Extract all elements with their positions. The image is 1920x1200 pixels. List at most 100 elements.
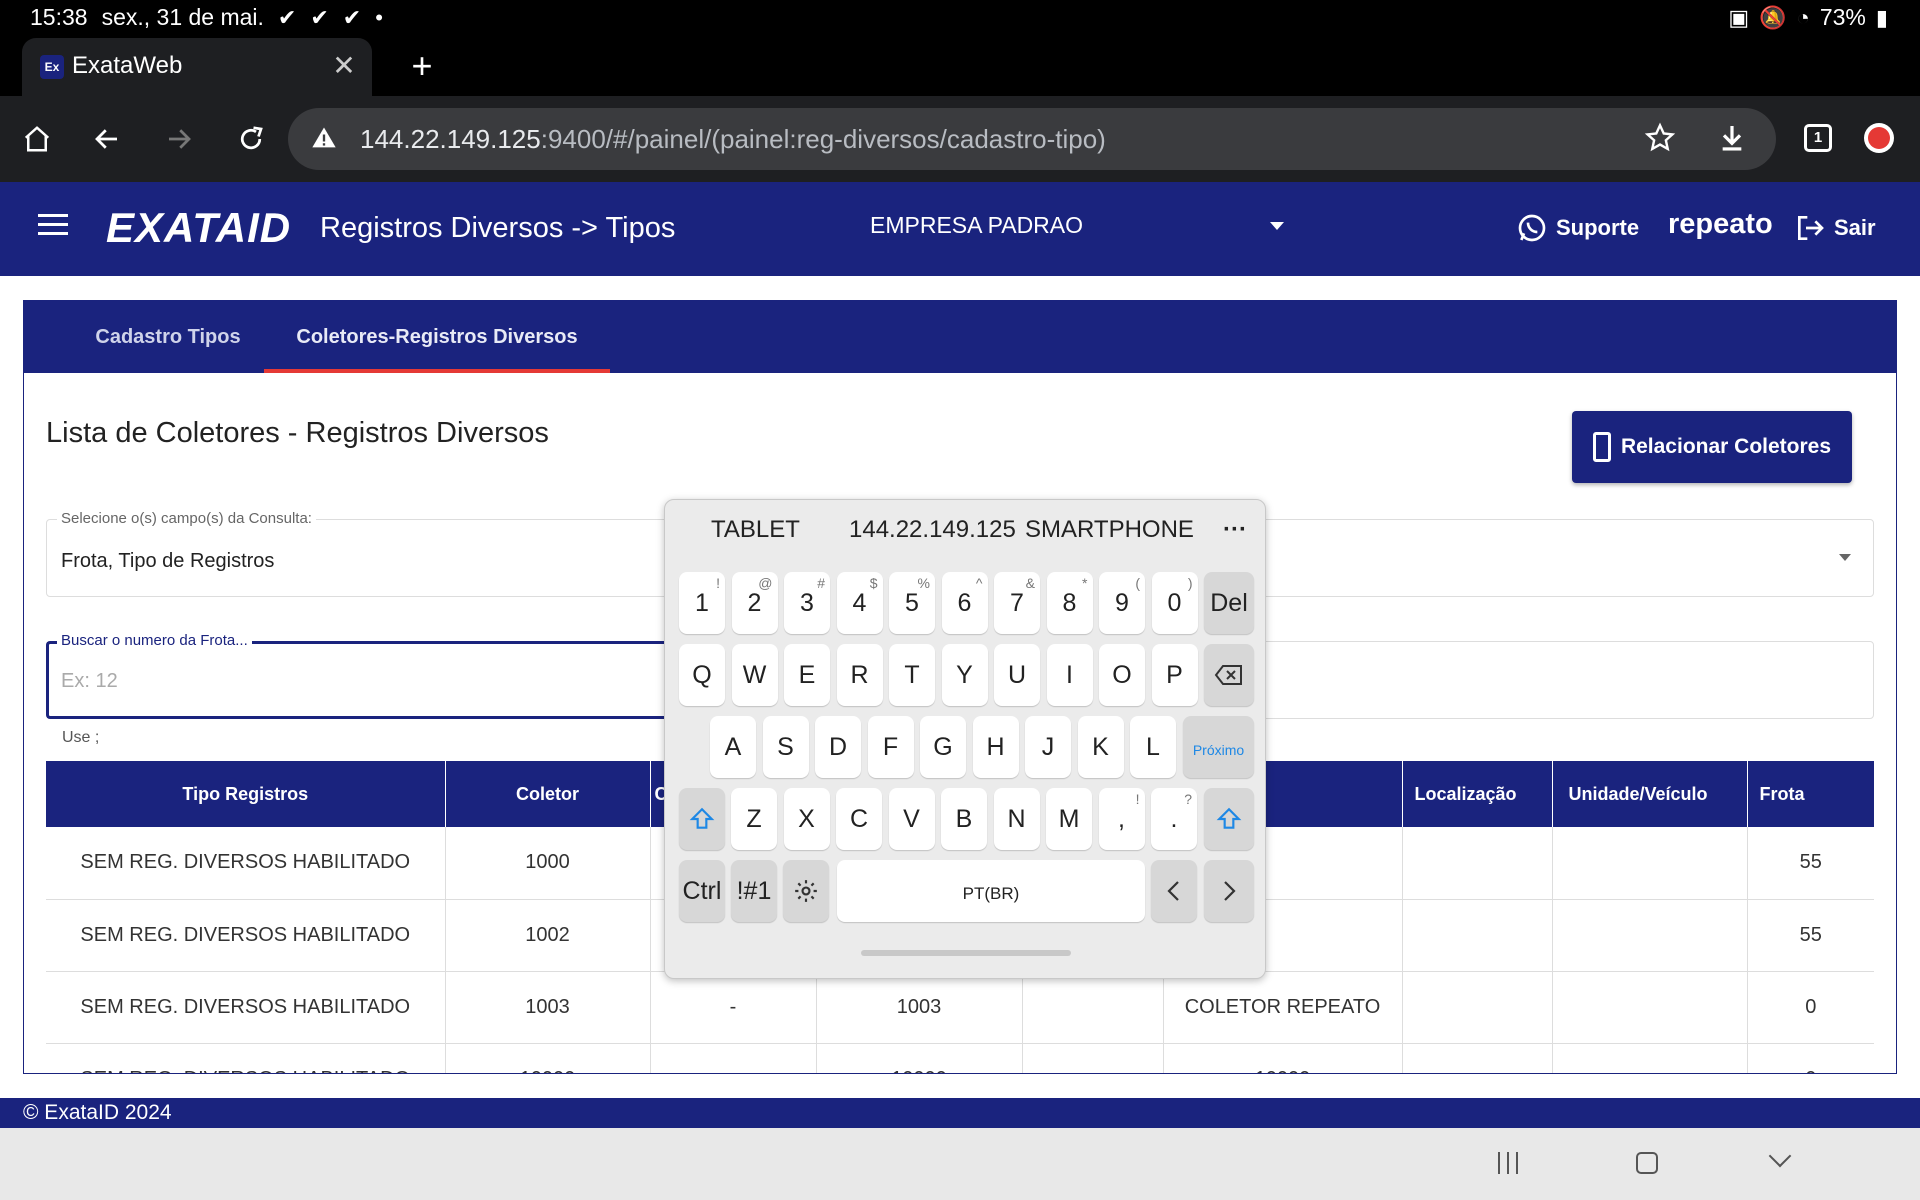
key-f[interactable]: F — [867, 716, 914, 778]
key-1[interactable]: 1! — [679, 572, 725, 634]
suggestion-item[interactable]: TABLET — [711, 516, 800, 544]
key-2[interactable]: 2 @ — [731, 572, 778, 634]
key-s[interactable]: S — [762, 716, 809, 778]
key-8[interactable]: 8 * — [1046, 572, 1093, 634]
table-cell: 1003 — [445, 971, 651, 1044]
not-secure-warning-icon[interactable] — [310, 124, 340, 154]
table-row[interactable]: SEM REG. DIVERSOS HABILITADO 10000 10000… — [46, 1043, 1874, 1073]
dropdown-arrow-icon[interactable] — [1839, 554, 1851, 561]
browser-tab-strip: Ex ExataWeb ✕ + — [0, 36, 1920, 96]
table-cell — [1402, 827, 1553, 900]
user-name: repeato — [1668, 208, 1773, 240]
key-i[interactable]: I — [1046, 644, 1093, 706]
key-b[interactable]: B — [941, 788, 987, 850]
key-o[interactable]: O — [1099, 644, 1145, 706]
tab-coletores-registros[interactable]: Coletores-Registros Diversos — [264, 301, 610, 373]
shift-left-icon[interactable] — [679, 788, 725, 850]
key-q[interactable]: Q — [679, 644, 725, 706]
key-0[interactable]: 0) — [1151, 572, 1198, 634]
table-cell — [1022, 971, 1164, 1044]
status-date: sex., 31 de mai. — [101, 4, 264, 30]
support-button[interactable]: Suporte — [1516, 212, 1639, 244]
backspace-icon[interactable] — [1204, 644, 1254, 706]
column-header[interactable]: Tipo Registros — [46, 761, 446, 827]
key-x[interactable]: X — [783, 788, 830, 850]
key-y[interactable]: Y — [941, 644, 988, 706]
search-hint: Use ; — [62, 729, 100, 746]
logout-icon — [1798, 216, 1824, 240]
browser-toolbar: 144.22.149.125:9400/#/painel/(painel:reg… — [0, 96, 1920, 182]
symbols-key[interactable]: !#1 — [731, 860, 777, 922]
key-period[interactable]: .? — [1151, 788, 1197, 850]
tab-switcher-button[interactable]: 1 — [1804, 124, 1832, 152]
menu-icon[interactable] — [38, 214, 68, 240]
key-p[interactable]: P — [1151, 644, 1198, 706]
delete-key[interactable]: Del — [1204, 572, 1254, 634]
key-u[interactable]: U — [994, 644, 1040, 706]
key-n[interactable]: N — [993, 788, 1040, 850]
column-header[interactable]: Coletor — [445, 761, 651, 827]
key-z[interactable]: Z — [731, 788, 777, 850]
key-3[interactable]: 3 # — [784, 572, 830, 634]
relate-collectors-button[interactable]: Relacionar Coletores — [1572, 411, 1852, 483]
back-icon[interactable] — [84, 116, 130, 162]
more-horizontal-icon[interactable]: ··· — [1223, 516, 1247, 544]
table-row[interactable]: SEM REG. DIVERSOS HABILITADO 1003 - 1003… — [46, 971, 1874, 1044]
fleet-search-input[interactable] — [61, 664, 661, 698]
on-screen-keyboard: TABLET 144.22.149.125 SMARTPHONE ··· 1! 2… — [664, 499, 1266, 979]
key-7[interactable]: 7 & — [994, 572, 1040, 634]
cursor-right-icon[interactable] — [1204, 860, 1254, 922]
key-comma[interactable]: ,! — [1098, 788, 1145, 850]
key-c[interactable]: C — [836, 788, 882, 850]
key-j[interactable]: J — [1025, 716, 1071, 778]
bookmark-star-icon[interactable] — [1644, 122, 1676, 159]
suggestion-item[interactable]: SMARTPHONE — [1025, 516, 1194, 544]
recent-apps-icon[interactable] — [1498, 1152, 1518, 1174]
table-cell: SEM REG. DIVERSOS HABILITADO — [46, 1043, 446, 1073]
profile-avatar-icon[interactable] — [1864, 123, 1894, 153]
keyboard-handle[interactable] — [861, 950, 1071, 956]
space-key[interactable]: PT(BR) — [837, 860, 1145, 922]
key-4[interactable]: 4 $ — [836, 572, 883, 634]
hide-keyboard-icon[interactable] — [1768, 1144, 1792, 1168]
column-header[interactable]: Localização — [1402, 761, 1553, 827]
url-text[interactable]: 144.22.149.125:9400/#/painel/(painel:reg… — [360, 124, 1106, 155]
forward-icon[interactable] — [156, 116, 202, 162]
address-bar[interactable]: 144.22.149.125:9400/#/painel/(painel:reg… — [288, 108, 1776, 170]
key-e[interactable]: E — [784, 644, 830, 706]
url-path: :9400/#/painel/(painel:reg-diversos/cada… — [540, 124, 1106, 154]
next-field-key[interactable]: Próximo — [1183, 716, 1254, 778]
key-6[interactable]: 6 ^ — [941, 572, 988, 634]
download-icon[interactable] — [1716, 122, 1748, 159]
home-icon[interactable] — [14, 116, 60, 162]
key-t[interactable]: T — [889, 644, 935, 706]
tab-cadastro-tipos[interactable]: Cadastro Tipos — [48, 301, 288, 373]
key-g[interactable]: G — [920, 716, 966, 778]
new-tab-button[interactable]: + — [400, 44, 444, 88]
key-m[interactable]: M — [1046, 788, 1092, 850]
reload-icon[interactable] — [228, 116, 274, 162]
column-header[interactable]: Frota — [1747, 761, 1874, 827]
browser-tab[interactable]: Ex ExataWeb ✕ — [22, 38, 372, 96]
key-d[interactable]: D — [815, 716, 861, 778]
settings-gear-icon[interactable] — [783, 860, 829, 922]
chevron-down-icon[interactable] — [1270, 222, 1284, 230]
ctrl-key[interactable]: Ctrl — [679, 860, 725, 922]
logout-button[interactable]: Sair — [1794, 212, 1876, 244]
shift-right-icon[interactable] — [1204, 788, 1254, 850]
key-v[interactable]: V — [888, 788, 935, 850]
key-9[interactable]: 9( — [1099, 572, 1145, 634]
key-w[interactable]: W — [731, 644, 778, 706]
column-header[interactable]: Unidade/Veículo — [1552, 761, 1748, 827]
key-5[interactable]: 5% — [889, 572, 935, 634]
cursor-left-icon[interactable] — [1151, 860, 1197, 922]
table-cell: 10000 — [816, 1043, 1023, 1073]
home-nav-icon[interactable] — [1636, 1152, 1658, 1174]
key-r[interactable]: R — [836, 644, 883, 706]
key-a[interactable]: A — [710, 716, 756, 778]
close-tab-icon[interactable]: ✕ — [326, 48, 362, 84]
key-k[interactable]: K — [1077, 716, 1124, 778]
key-h[interactable]: H — [972, 716, 1019, 778]
company-select[interactable]: EMPRESA PADRAO — [870, 212, 1290, 239]
suggestion-item[interactable]: 144.22.149.125 — [849, 516, 1016, 544]
